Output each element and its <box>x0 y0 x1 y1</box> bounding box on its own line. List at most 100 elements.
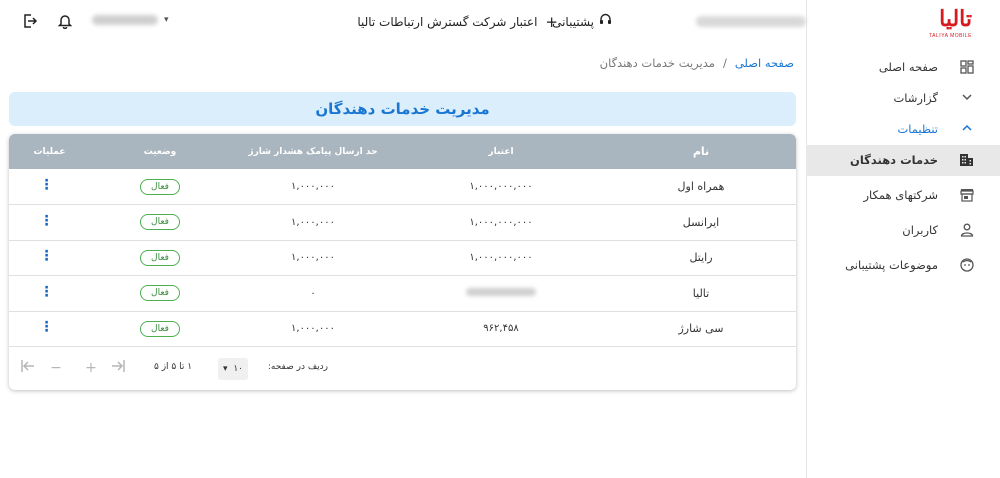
cell-limit: ۰ <box>310 287 316 299</box>
building-icon <box>959 153 974 168</box>
first-page-icon[interactable] <box>109 359 127 377</box>
top-bar: پشتیبانی + اعتبار شرکت گسترش ارتباطات تا… <box>0 0 806 46</box>
sidebar-item-providers[interactable]: خدمات دهندگان <box>806 145 1000 176</box>
breadcrumb-home[interactable]: صفحه اصلی <box>735 56 794 70</box>
more-vert-icon[interactable]: ⋮ <box>40 214 54 228</box>
cell-credit: ۱,۰۰۰,۰۰۰,۰۰۰ <box>469 181 533 192</box>
logo-text: تالیا <box>939 6 972 32</box>
table-row: سی شارژ ۹۶۲,۴۵۸ ۱,۰۰۰,۰۰۰ فعال ⋮ <box>9 311 796 347</box>
logout-icon[interactable] <box>22 13 38 29</box>
cell-ops: ⋮ <box>9 205 90 241</box>
user-name-redacted <box>92 15 158 25</box>
cell-ops: ⋮ <box>9 240 90 276</box>
column-header-status[interactable]: وضعیت <box>90 134 230 169</box>
sidebar: تالیا TALIYA MOBILE صفحه اصلی گزارشات تن… <box>806 0 1000 478</box>
support-button[interactable]: پشتیبانی <box>552 13 612 30</box>
cell-ops: ⋮ <box>9 276 90 312</box>
headset-icon <box>599 13 612 30</box>
credit-value-redacted <box>466 287 536 296</box>
prev-page-icon[interactable]: + <box>82 359 100 377</box>
column-header-name[interactable]: نام <box>606 134 796 169</box>
page-title: مدیریت خدمات دهندگان <box>9 92 796 126</box>
cell-credit: ۱,۰۰۰,۰۰۰,۰۰۰ <box>469 252 533 264</box>
cell-limit: ۱,۰۰۰,۰۰۰ <box>291 323 335 335</box>
status-badge: فعال <box>140 285 180 302</box>
cell-limit: ۱,۰۰۰,۰۰۰ <box>291 181 335 192</box>
more-vert-icon[interactable]: ⋮ <box>40 285 54 299</box>
company-credit[interactable]: + اعتبار شرکت گسترش ارتباطات تالیا <box>357 13 558 31</box>
rows-per-page-label: ردیف در صفحه: <box>267 362 328 372</box>
cell-credit: ۱,۰۰۰,۰۰۰,۰۰۰ <box>469 216 533 228</box>
person-icon <box>959 223 974 238</box>
brand-logo[interactable]: تالیا TALIYA MOBILE <box>926 6 972 40</box>
sidebar-item-support-topics[interactable]: موضوعات پشتیبانی <box>806 250 1000 281</box>
support-face-icon <box>959 258 974 273</box>
cell-limit: ۱,۰۰۰,۰۰۰ <box>291 216 335 228</box>
sidebar-item-partners[interactable]: شرکتهای همکار <box>806 180 1000 211</box>
rows-per-page-select[interactable]: ۱۰ ▾ <box>218 358 248 380</box>
cell-name: رایتل <box>689 251 713 265</box>
table-row: تالیا ۰ فعال ⋮ <box>9 276 796 312</box>
sidebar-item-reports[interactable]: گزارشات <box>806 83 1000 114</box>
chevron-up-icon <box>959 122 974 137</box>
breadcrumb-current: مدیریت خدمات دهندگان <box>599 56 715 70</box>
bell-icon[interactable] <box>57 13 73 30</box>
dashboard-icon <box>959 60 974 75</box>
cell-credit: ۹۶۲,۴۵۸ <box>483 323 519 335</box>
providers-table: نام اعتبار حد ارسال پیامک هشدار شارژ وضع… <box>9 134 796 347</box>
cell-status: فعال <box>90 311 230 347</box>
column-header-credit[interactable]: اعتبار <box>396 134 606 169</box>
next-page-icon[interactable]: − <box>47 359 65 377</box>
sidebar-nav: صفحه اصلی گزارشات تنظیمات خدمات دهندگان <box>806 52 1000 281</box>
pagination-range: ۱ تا ۵ از ۵ <box>154 362 193 372</box>
sidebar-item-home[interactable]: صفحه اصلی <box>806 52 1000 83</box>
sidebar-item-label: گزارشات <box>893 91 938 105</box>
sidebar-item-label: تنظیمات <box>897 122 938 136</box>
credit-value-redacted <box>696 16 806 27</box>
cell-status: فعال <box>90 240 230 276</box>
app-root: تالیا TALIYA MOBILE صفحه اصلی گزارشات تن… <box>0 0 1000 478</box>
column-header-limit[interactable]: حد ارسال پیامک هشدار شارژ <box>230 134 396 169</box>
plus-icon: + <box>545 13 558 31</box>
table-header-row: نام اعتبار حد ارسال پیامک هشدار شارژ وضع… <box>9 134 796 169</box>
sidebar-item-label: موضوعات پشتیبانی <box>845 258 938 272</box>
more-vert-icon[interactable]: ⋮ <box>40 320 54 334</box>
cell-ops: ⋮ <box>9 169 90 205</box>
sidebar-item-users[interactable]: کاربران <box>806 215 1000 246</box>
status-badge: فعال <box>140 320 180 337</box>
dropdown-arrow-icon: ▾ <box>223 364 228 374</box>
status-badge: فعال <box>140 214 180 231</box>
table-row: ایرانسل ۱,۰۰۰,۰۰۰,۰۰۰ ۱,۰۰۰,۰۰۰ فعال ⋮ <box>9 205 796 241</box>
pagination: ردیف در صفحه: ۱۰ ▾ ۱ تا ۵ از ۵ + − <box>9 348 796 390</box>
company-credit-label: اعتبار شرکت گسترش ارتباطات تالیا <box>357 15 538 29</box>
breadcrumb-separator: / <box>722 56 727 70</box>
more-vert-icon[interactable]: ⋮ <box>40 249 54 263</box>
status-badge: فعال <box>140 249 180 266</box>
table-row: همراه اول ۱,۰۰۰,۰۰۰,۰۰۰ ۱,۰۰۰,۰۰۰ فعال ⋮ <box>9 169 796 205</box>
breadcrumb: صفحه اصلی / مدیریت خدمات دهندگان <box>600 56 794 70</box>
cell-name: همراه اول <box>677 180 725 193</box>
sidebar-item-settings[interactable]: تنظیمات <box>806 114 1000 145</box>
cell-limit: ۱,۰۰۰,۰۰۰ <box>291 252 335 264</box>
user-menu[interactable]: ▾ <box>92 15 169 25</box>
sidebar-item-label: صفحه اصلی <box>878 60 938 74</box>
cell-credit <box>396 276 606 312</box>
sidebar-item-label: شرکتهای همکار <box>863 188 938 202</box>
support-label: پشتیبانی <box>552 14 594 29</box>
chevron-down-icon: ▾ <box>164 15 169 25</box>
rows-per-page-value: ۱۰ <box>233 364 243 374</box>
cell-status: فعال <box>90 169 230 205</box>
last-page-icon[interactable] <box>19 359 37 377</box>
cell-name: سی شارژ <box>678 322 724 336</box>
store-icon <box>959 188 974 203</box>
providers-table-card: نام اعتبار حد ارسال پیامک هشدار شارژ وضع… <box>9 134 796 390</box>
chevron-down-icon <box>959 91 974 106</box>
sidebar-item-label: خدمات دهندگان <box>850 153 938 167</box>
cell-status: فعال <box>90 276 230 312</box>
cell-ops: ⋮ <box>9 311 90 347</box>
table-row: رایتل ۱,۰۰۰,۰۰۰,۰۰۰ ۱,۰۰۰,۰۰۰ فعال ⋮ <box>9 240 796 276</box>
more-vert-icon[interactable]: ⋮ <box>40 178 54 192</box>
status-badge: فعال <box>140 178 180 195</box>
column-header-ops: عملیات <box>33 146 66 157</box>
cell-status: فعال <box>90 205 230 241</box>
